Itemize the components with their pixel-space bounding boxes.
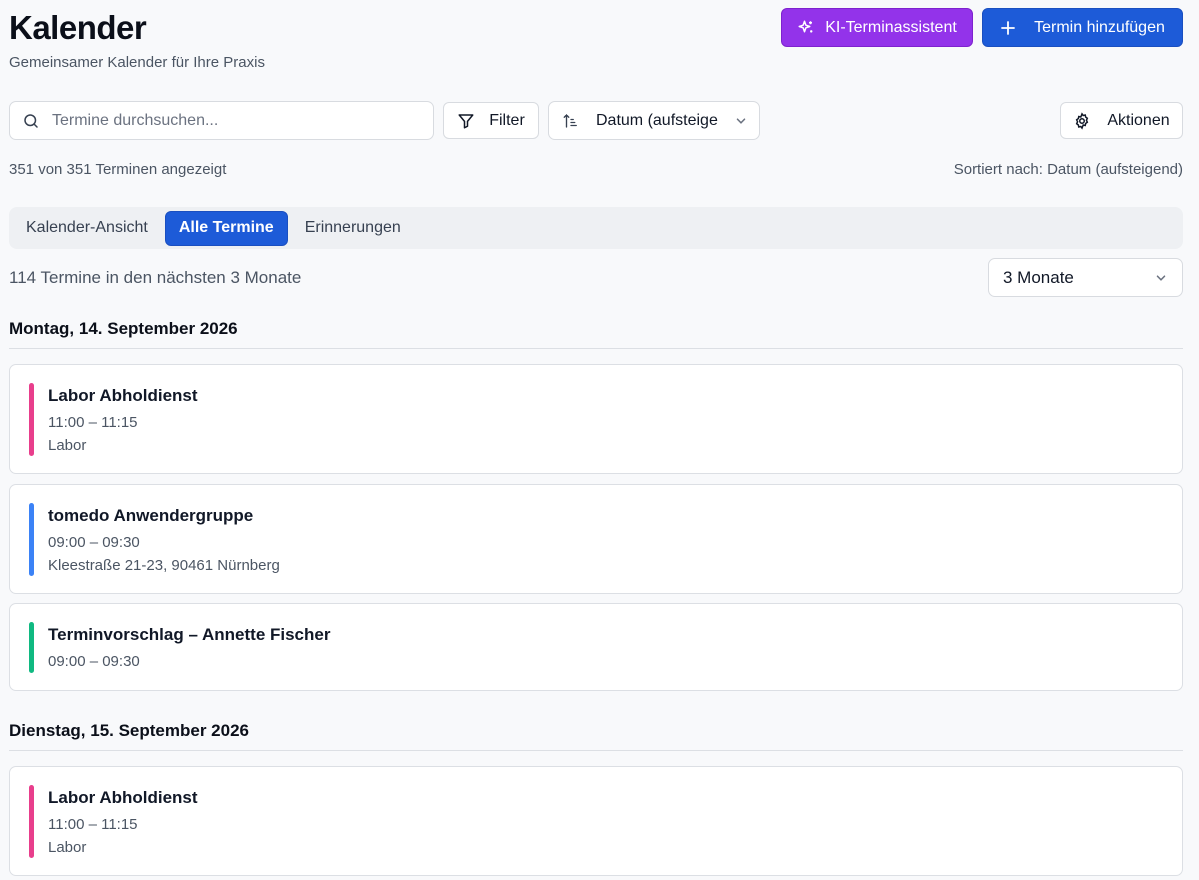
event-color-bar: [29, 785, 34, 858]
event-card[interactable]: tomedo Anwendergruppe 09:00 – 09:30 Klee…: [9, 484, 1183, 594]
event-card[interactable]: Terminvorschlag – Annette Fischer 09:00 …: [9, 603, 1183, 691]
add-appointment-label: Termin hinzufügen: [1034, 18, 1165, 36]
actions-label: Aktionen: [1107, 111, 1170, 129]
page-subtitle: Gemeinsamer Kalender für Ihre Praxis: [9, 54, 265, 71]
event-time: 11:00 – 11:15: [48, 816, 138, 833]
event-location: Labor: [48, 839, 87, 856]
search-input[interactable]: [52, 111, 433, 130]
ai-assistant-button[interactable]: KI-Terminassistent: [781, 8, 973, 47]
tab-reminders[interactable]: Erinnerungen: [292, 211, 414, 246]
event-title: Labor Abholdienst: [48, 788, 198, 807]
upcoming-count: 114 Termine in den nächsten 3 Monate: [9, 268, 302, 287]
range-value: 3 Monate: [1003, 267, 1074, 287]
result-count: 351 von 351 Terminen angezeigt: [9, 161, 227, 178]
sort-info: Sortiert nach: Datum (aufsteigend): [953, 161, 1183, 178]
sort-value: Datum (aufsteigend): [596, 111, 718, 129]
gear-icon: [1073, 111, 1091, 130]
day-header: Montag, 14. September 2026: [9, 319, 1183, 349]
filter-label: Filter: [489, 111, 525, 129]
event-title: Labor Abholdienst: [48, 386, 198, 405]
event-time: 09:00 – 09:30: [48, 534, 140, 551]
sparkles-icon: [797, 19, 815, 37]
sort-select[interactable]: Datum (aufsteigend): [548, 101, 760, 140]
view-tabs: Kalender-Ansicht Alle Termine Erinnerung…: [9, 207, 1183, 249]
filter-icon: [457, 112, 475, 130]
tab-calendar-view[interactable]: Kalender-Ansicht: [13, 211, 161, 246]
range-select[interactable]: 3 Monate: [988, 258, 1183, 297]
ai-assistant-label: KI-Terminassistent: [825, 18, 957, 36]
day-header: Dienstag, 15. September 2026: [9, 721, 1183, 751]
event-title: Terminvorschlag – Annette Fischer: [48, 625, 331, 644]
event-title: tomedo Anwendergruppe: [48, 506, 254, 525]
event-card[interactable]: Labor Abholdienst 11:00 – 11:15 Labor: [9, 364, 1183, 474]
actions-button[interactable]: Aktionen: [1060, 102, 1183, 139]
event-time: 09:00 – 09:30: [48, 653, 140, 670]
sort-ascending-icon: [562, 112, 580, 130]
chevron-down-icon: [1154, 271, 1168, 285]
search-icon: [22, 112, 40, 130]
filter-button[interactable]: Filter: [443, 102, 539, 139]
event-location: Kleestraße 21-23, 90461 Nürnberg: [48, 557, 280, 574]
page-title: Kalender: [9, 9, 147, 46]
event-color-bar: [29, 383, 34, 456]
event-time: 11:00 – 11:15: [48, 414, 138, 431]
event-color-bar: [29, 622, 34, 673]
chevron-down-icon: [734, 114, 748, 128]
event-color-bar: [29, 503, 34, 576]
event-location: Labor: [48, 437, 87, 454]
page-header: Kalender Gemeinsamer Kalender für Ihre P…: [9, 8, 265, 71]
tab-all-appointments[interactable]: Alle Termine: [164, 210, 288, 246]
search-box[interactable]: [9, 101, 434, 140]
add-appointment-button[interactable]: Termin hinzufügen: [982, 8, 1183, 47]
plus-icon: [1000, 20, 1016, 36]
event-card[interactable]: Labor Abholdienst 11:00 – 11:15 Labor: [9, 766, 1183, 876]
